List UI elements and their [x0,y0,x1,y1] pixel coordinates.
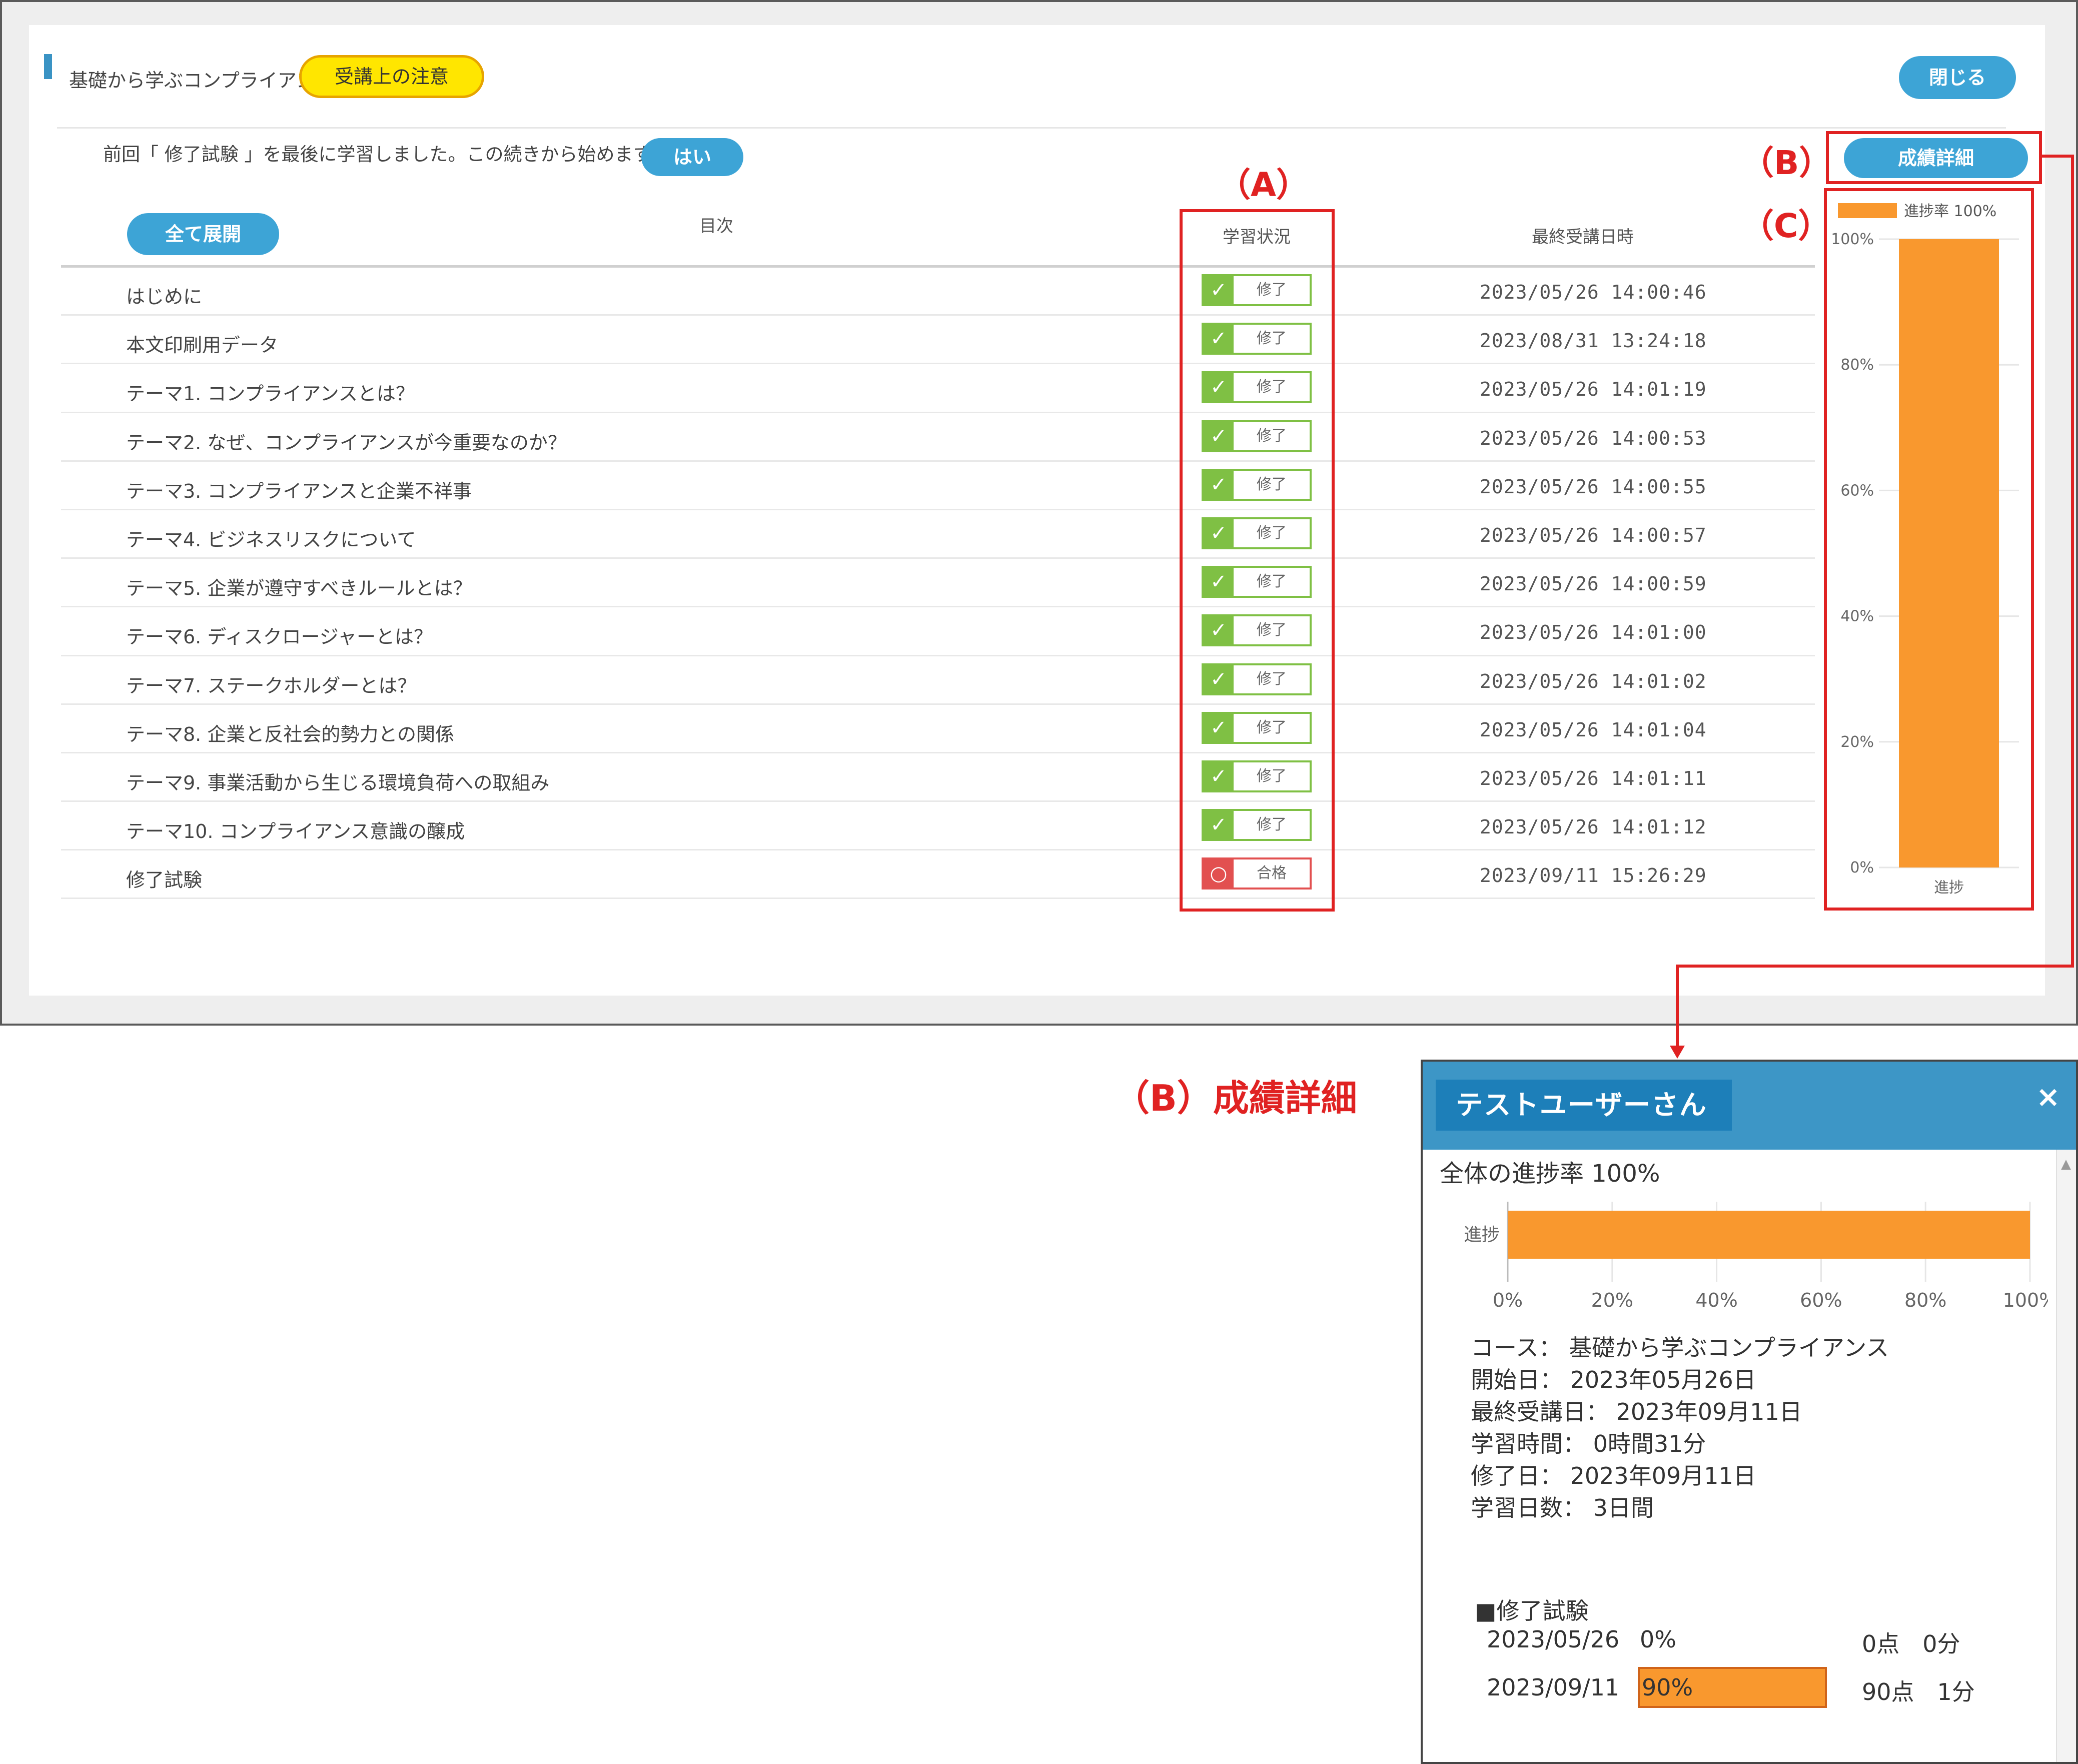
exam-heading: ■修了試験 [1475,1597,1589,1624]
table-row[interactable]: テーマ5. 企業が遵守すべきルールとは？ ✓ 修了 2023/05/26 14:00:… [61,559,1815,608]
row-title[interactable]: テーマ3. コンプライアンスと企業不祥事 [126,476,472,503]
y-tick-label: 0% [1850,859,1874,876]
x-tick-label: 40% [1695,1289,1737,1311]
row-last-date: 2023/05/26 14:01:04 [1480,718,1707,741]
progress-bar-chart: 進捗率 100% 0% 20% 40% 60% 80% 100% 進捗 [1831,203,2019,897]
exam-attempt-date: 2023/05/26 [1487,1626,1620,1653]
info-last-date: 最終受講日： 2023年09月11日 [1471,1398,1802,1425]
x-tick-label: 80% [1904,1289,1946,1311]
info-course: コース： 基礎から学ぶコンプライアンス [1471,1334,1889,1361]
x-tick-label: 20% [1591,1289,1633,1311]
toc-table: はじめに ✓ 修了 2023/05/26 14:00:46 本文印刷用データ ✓ 修了 202… [61,267,1815,900]
callout-label-b: （B） [1741,144,1832,182]
bar [1508,1211,2030,1259]
highlight-box-a [1180,209,1335,912]
row-last-date: 2023/08/31 13:24:18 [1480,330,1707,352]
y-tick-label: 20% [1840,733,1874,751]
row-title[interactable]: はじめに [126,281,202,309]
row-title[interactable]: テーマ10. コンプライアンス意識の醸成 [126,816,465,843]
row-title[interactable]: テーマ2. なぜ、コンプライアンスが今重要なのか？ [126,427,567,455]
row-last-date: 2023/05/26 14:00:57 [1480,524,1707,546]
connector-line [2042,155,2074,158]
callout-label-b-detail: （B）成績詳細 [1114,1077,1357,1119]
table-row[interactable]: 本文印刷用データ ✓ 修了 2023/08/31 13:24:18 [61,316,1815,365]
connector-line [2071,155,2074,968]
close-button[interactable]: 閉じる [1899,56,2016,99]
title-marker [44,54,52,79]
triangle-up-icon[interactable]: ▲ [2057,1157,2075,1172]
info-study-time: 学習時間： 0時間31分 [1471,1430,1706,1457]
table-row[interactable]: テーマ9. 事業活動から生じる環境負荷への取組み ✓ 修了 2023/05/26 14… [61,753,1815,802]
row-last-date: 2023/09/11 15:26:29 [1480,864,1707,887]
table-row[interactable]: テーマ3. コンプライアンスと企業不祥事 ✓ 修了 2023/05/26 14:00:… [61,462,1815,510]
y-tick-label: 60% [1840,482,1874,499]
x-tick-label: 0% [1493,1289,1523,1311]
x-tick-label: 100% [2003,1289,2048,1311]
callout-label-a: （A） [1218,166,1310,204]
row-last-date: 2023/05/26 14:00:53 [1480,427,1707,449]
connector-arrow [1670,1046,1685,1059]
exam-attempt-rate: 0% [1640,1626,1676,1653]
row-last-date: 2023/05/26 14:01:11 [1480,767,1707,789]
resume-message: 前回「 修了試験 」を最後に学習しました。この続きから始めますか？ [103,144,689,165]
resume-yes-button[interactable]: はい [641,138,743,176]
row-title[interactable]: 修了試験 [126,864,202,892]
row-last-date: 2023/05/26 14:00:46 [1480,281,1707,303]
info-study-days: 学習日数： 3日間 [1471,1494,1654,1521]
row-title[interactable]: テーマ5. 企業が遵守すべきルールとは？ [126,573,472,600]
connector-line [1676,965,1679,1050]
legend-label: 進捗率 100% [1904,203,1996,220]
bar [1899,239,1999,867]
x-tick-label: 60% [1800,1289,1842,1311]
row-last-date: 2023/05/26 14:01:00 [1480,621,1707,644]
close-icon[interactable]: × [2036,1080,2060,1114]
y-tick-label: 80% [1840,356,1874,374]
callout-label-c: （C） [1741,207,1831,245]
course-title: 基礎から学ぶコンプライアンス [69,70,334,92]
row-title[interactable]: テーマ8. 企業と反社会的勢力との関係 [126,719,454,746]
exam-attempt-score: 90点 1分 [1862,1678,1975,1705]
table-row[interactable]: テーマ1. コンプライアンスとは？ ✓ 修了 2023/05/26 14:01:19 [61,364,1815,413]
column-header-last-date: 最終受講日時 [1532,227,1634,247]
y-tick-label: 100% [1831,231,1874,248]
modal-user-name: テストユーザーさん [1436,1080,1732,1131]
table-row[interactable]: テーマ6. ディスクロージャーとは？ ✓ 修了 2023/05/26 14:01:00 [61,607,1815,656]
divider [57,127,2006,129]
y-category-label: 進捗 [1464,1225,1500,1245]
row-title[interactable]: テーマ9. 事業活動から生じる環境負荷への取組み [126,767,549,795]
exam-attempt-date: 2023/09/11 [1487,1674,1620,1701]
row-title[interactable]: 本文印刷用データ [126,330,278,357]
row-title[interactable]: テーマ1. コンプライアンスとは？ [126,378,415,406]
column-header-toc: 目次 [699,216,733,236]
exam-attempt-rate: 90% [1642,1674,1693,1701]
row-last-date: 2023/05/26 14:01:02 [1480,670,1707,692]
grade-detail-modal: テストユーザーさん × ▲ 全体の進捗率 100% 0% 20% 40% 60% 80%… [1421,1060,2078,1764]
row-title[interactable]: テーマ7. ステークホルダーとは？ [126,670,416,698]
info-start-date: 開始日： 2023年05月26日 [1471,1366,1756,1393]
highlight-box-b [1826,131,2042,184]
notice-button[interactable]: 受講上の注意 [299,55,484,98]
row-last-date: 2023/05/26 14:00:55 [1480,475,1707,498]
row-last-date: 2023/05/26 14:01:19 [1480,378,1707,401]
expand-all-button[interactable]: 全て展開 [127,213,279,255]
legend-swatch [1838,203,1897,218]
exam-attempt-score: 0点 0分 [1862,1630,1960,1657]
table-row[interactable]: テーマ8. 企業と反社会的勢力との関係 ✓ 修了 2023/05/26 14:01:0… [61,705,1815,753]
table-row[interactable]: テーマ4. ビジネスリスクについて ✓ 修了 2023/05/26 14:00:57 [61,510,1815,559]
row-last-date: 2023/05/26 14:01:12 [1480,816,1707,838]
connector-line [1676,965,2074,968]
row-title[interactable]: テーマ6. ディスクロージャーとは？ [126,621,433,649]
table-row[interactable]: テーマ2. なぜ、コンプライアンスが今重要なのか？ ✓ 修了 2023/05/26 1… [61,413,1815,462]
info-completion-date: 修了日： 2023年09月11日 [1471,1462,1756,1489]
table-row[interactable]: はじめに ✓ 修了 2023/05/26 14:00:46 [61,267,1815,316]
y-tick-label: 40% [1840,608,1874,625]
table-row[interactable]: テーマ10. コンプライアンス意識の醸成 ✓ 修了 2023/05/26 14:01:… [61,802,1815,851]
modal-scrollbar[interactable] [2056,1150,2076,1762]
row-last-date: 2023/05/26 14:00:59 [1480,573,1707,595]
x-category-label: 進捗 [1934,879,1964,897]
table-row[interactable]: テーマ7. ステークホルダーとは？ ✓ 修了 2023/05/26 14:01:02 [61,656,1815,705]
table-row[interactable]: 修了試験 ○ 合格 2023/09/11 15:26:29 [61,850,1815,900]
row-title[interactable]: テーマ4. ビジネスリスクについて [126,524,416,552]
